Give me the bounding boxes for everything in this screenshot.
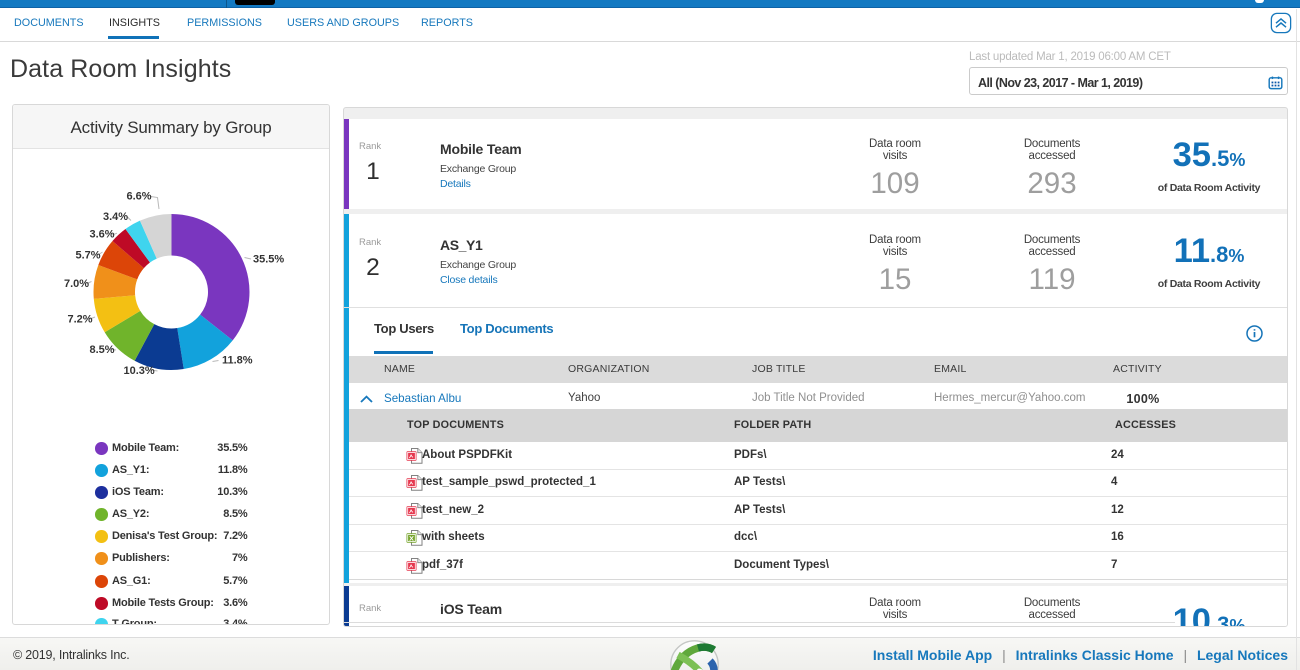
svg-text:8.5%: 8.5% [90,344,115,356]
svg-text:10.3%: 10.3% [124,365,155,377]
svg-text:3.6%: 3.6% [90,229,115,241]
svg-text:3.4%: 3.4% [103,211,128,223]
svg-text:7.0%: 7.0% [64,278,89,290]
svg-text:11.8%: 11.8% [222,355,253,367]
svg-text:7.2%: 7.2% [68,314,93,326]
svg-text:5.7%: 5.7% [76,250,101,262]
svg-text:35.5%: 35.5% [253,254,284,266]
svg-text:6.6%: 6.6% [127,191,152,203]
